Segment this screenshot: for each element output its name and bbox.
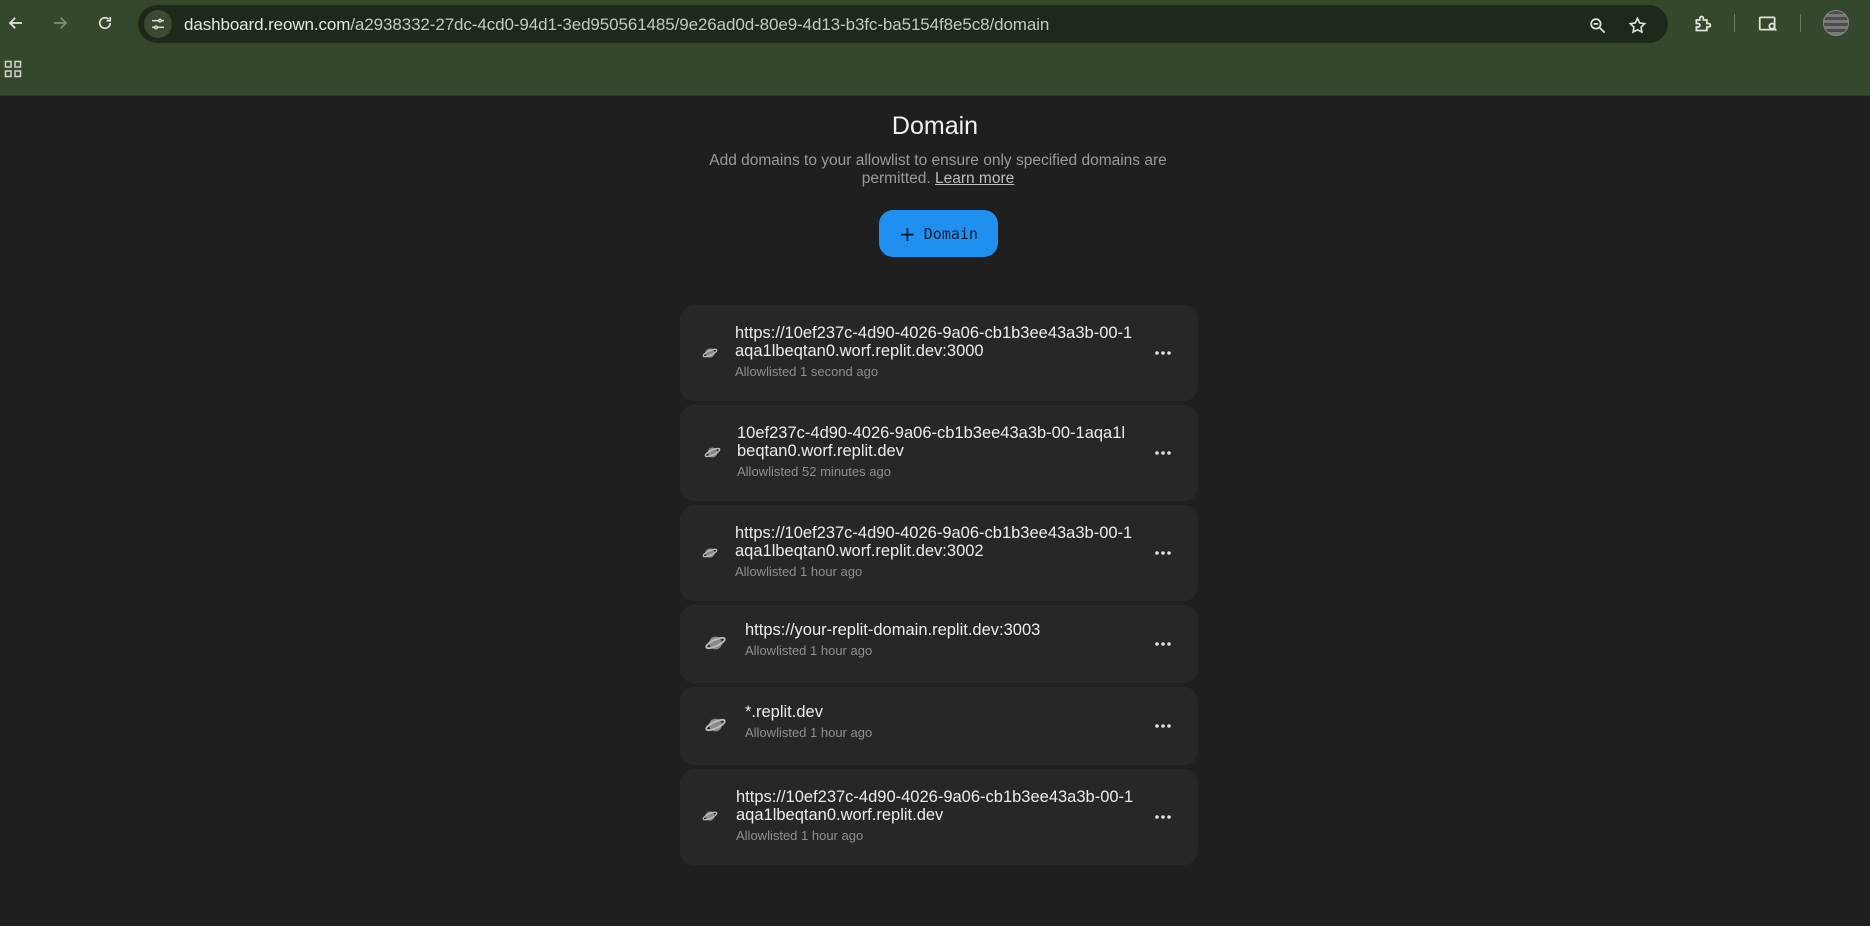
reload-button[interactable] [90, 8, 120, 38]
ellipsis-icon [1155, 642, 1171, 646]
domain-text: *.replit.dev Allowlisted 1 hour ago [745, 703, 1145, 740]
more-options-button[interactable] [1152, 806, 1174, 828]
extensions-button[interactable] [1688, 9, 1716, 37]
domain-status: Allowlisted 1 hour ago [735, 564, 863, 579]
plus-icon: + [899, 221, 916, 246]
domain-text: https://10ef237c-4d90-4026-9a06-cb1b3ee4… [736, 788, 1136, 843]
ellipsis-icon [1155, 451, 1171, 455]
learn-more-link[interactable]: Learn more [935, 170, 1014, 187]
profile-avatar[interactable] [1823, 10, 1849, 36]
ellipsis-icon [1155, 724, 1171, 728]
domain-name: 10ef237c-4d90-4026-9a06-cb1b3ee43a3b-00-… [737, 424, 1126, 460]
domain-status: Allowlisted 1 hour ago [745, 643, 873, 658]
domain-card[interactable]: *.replit.dev Allowlisted 1 hour ago [680, 687, 1198, 765]
ellipsis-icon [1155, 815, 1171, 819]
planet-icon [702, 443, 722, 461]
forward-button[interactable] [45, 8, 75, 38]
domain-text: 10ef237c-4d90-4026-9a06-cb1b3ee43a3b-00-… [737, 424, 1129, 479]
domain-name: https://10ef237c-4d90-4026-9a06-cb1b3ee4… [736, 788, 1134, 824]
page-subtitle: Add domains to your allowlist to ensure … [700, 152, 1176, 188]
domain-name: https://your-replit-domain.replit.dev:30… [745, 621, 1041, 639]
planet-icon [702, 631, 728, 655]
more-options-button[interactable] [1152, 542, 1174, 564]
zoom-icon [1589, 17, 1605, 33]
url-host: dashboard.reown.com [184, 15, 351, 34]
domain-status: Allowlisted 1 hour ago [736, 828, 864, 843]
bookmark-star-icon [1628, 16, 1646, 34]
toolbar-separator [1800, 14, 1801, 32]
domain-status: Allowlisted 1 hour ago [745, 725, 873, 740]
planet-icon [700, 807, 720, 825]
domain-card[interactable]: https://10ef237c-4d90-4026-9a06-cb1b3ee4… [680, 769, 1198, 865]
extensions-icon [1695, 15, 1711, 31]
planet-icon [700, 344, 720, 362]
site-info-button[interactable] [144, 10, 172, 38]
back-button[interactable] [1, 8, 31, 38]
domain-card[interactable]: https://10ef237c-4d90-4026-9a06-cb1b3ee4… [680, 505, 1198, 601]
more-options-button[interactable] [1152, 442, 1174, 464]
toolbar-separator [1734, 14, 1735, 32]
back-icon [8, 17, 22, 29]
tab-search-icon [1758, 16, 1777, 31]
domain-text: https://your-replit-domain.replit.dev:30… [745, 621, 1145, 658]
ellipsis-icon [1155, 351, 1171, 355]
forward-icon [54, 17, 68, 29]
ellipsis-icon [1155, 551, 1171, 555]
more-options-button[interactable] [1152, 715, 1174, 737]
url-text[interactable]: dashboard.reown.com/a2938332-27dc-4cd0-9… [184, 15, 1049, 35]
domain-card[interactable]: https://10ef237c-4d90-4026-9a06-cb1b3ee4… [680, 305, 1198, 401]
zoom-button[interactable] [1584, 12, 1610, 38]
page-title: Domain [891, 112, 979, 140]
browser-toolbar: dashboard.reown.com/a2938332-27dc-4cd0-9… [0, 0, 1870, 46]
domain-name: https://10ef237c-4d90-4026-9a06-cb1b3ee4… [735, 324, 1133, 360]
planet-icon [700, 544, 720, 562]
domain-card[interactable]: https://your-replit-domain.replit.dev:30… [680, 605, 1198, 683]
more-options-button[interactable] [1152, 633, 1174, 655]
domain-status: Allowlisted 52 minutes ago [737, 464, 891, 479]
browser-chrome: dashboard.reown.com/a2938332-27dc-4cd0-9… [0, 0, 1870, 96]
site-info-icon [152, 18, 164, 30]
domain-text: https://10ef237c-4d90-4026-9a06-cb1b3ee4… [735, 324, 1135, 379]
bookmark-button[interactable] [1624, 12, 1650, 38]
reload-icon [98, 16, 112, 30]
planet-icon [702, 713, 728, 737]
tab-search-button[interactable] [1754, 9, 1782, 37]
add-domain-button[interactable]: + Domain [879, 210, 998, 257]
more-options-button[interactable] [1152, 342, 1174, 364]
bookmarks-bar [0, 52, 1870, 88]
add-domain-label: Domain [923, 224, 978, 243]
apps-grid-icon[interactable] [4, 60, 22, 78]
domain-name: *.replit.dev [745, 703, 823, 721]
domain-name: https://10ef237c-4d90-4026-9a06-cb1b3ee4… [735, 524, 1133, 560]
domain-text: https://10ef237c-4d90-4026-9a06-cb1b3ee4… [735, 524, 1135, 579]
url-path: /a2938332-27dc-4cd0-94d1-3ed950561485/9e… [350, 15, 1050, 34]
domain-status: Allowlisted 1 second ago [735, 364, 879, 379]
page-content: Domain Add domains to your allowlist to … [0, 97, 1870, 926]
address-bar[interactable]: dashboard.reown.com/a2938332-27dc-4cd0-9… [138, 5, 1668, 43]
domain-card[interactable]: 10ef237c-4d90-4026-9a06-cb1b3ee43a3b-00-… [680, 405, 1198, 501]
